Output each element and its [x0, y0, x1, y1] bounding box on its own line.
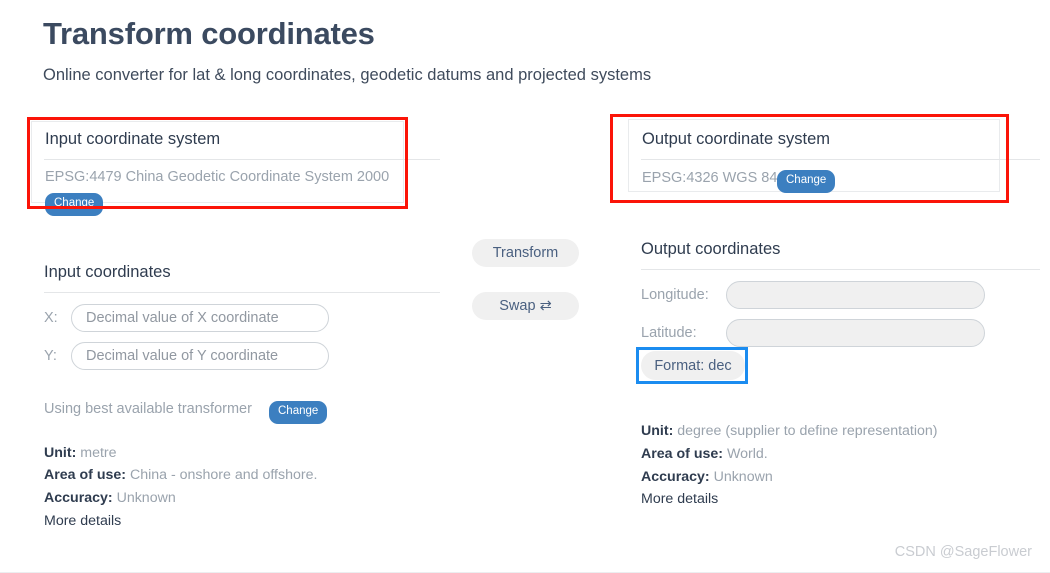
- output-coordinates-heading: Output coordinates: [641, 240, 781, 258]
- transformer-change-button[interactable]: Change: [269, 401, 328, 424]
- page-subtitle: Online converter for lat & long coordina…: [43, 66, 652, 84]
- input-system-divider: [44, 159, 440, 160]
- input-unit-line: Unit: metre: [44, 445, 117, 461]
- input-area-value: China - onshore and offshore.: [129, 467, 318, 483]
- format-toggle-button[interactable]: Format: dec: [641, 351, 745, 380]
- output-unit-label: Unit:: [641, 423, 674, 439]
- output-accuracy-label: Accuracy:: [641, 469, 710, 485]
- swap-button[interactable]: Swap ⇄: [472, 292, 579, 320]
- input-coordinates-divider: [44, 292, 440, 293]
- input-accuracy-label: Accuracy:: [44, 490, 113, 506]
- x-coordinate-label: X:: [44, 310, 58, 326]
- output-system-divider: [641, 159, 1040, 160]
- transform-button[interactable]: Transform: [472, 239, 579, 267]
- y-coordinate-input[interactable]: [71, 342, 329, 370]
- latitude-output-field[interactable]: [726, 319, 985, 347]
- input-accuracy-line: Accuracy: Unknown: [44, 490, 176, 506]
- output-epsg-label: EPSG:4326 WGS 84: [642, 170, 778, 186]
- output-accuracy-value: Unknown: [713, 469, 773, 485]
- output-accuracy-line: Accuracy: Unknown: [641, 469, 773, 485]
- input-unit-value: metre: [80, 445, 117, 461]
- input-area-line: Area of use: China - onshore and offshor…: [44, 467, 317, 483]
- output-more-details-link[interactable]: More details: [641, 491, 718, 507]
- output-unit-line: Unit: degree (supplier to define represe…: [641, 423, 938, 439]
- input-system-change-button[interactable]: Change: [45, 193, 104, 216]
- transformer-note: Using best available transformer: [44, 401, 252, 417]
- input-epsg-label: EPSG:4479 China Geodetic Coordinate Syst…: [45, 169, 390, 185]
- longitude-label: Longitude:: [641, 287, 709, 303]
- latitude-label: Latitude:: [641, 325, 697, 341]
- output-area-line: Area of use: World.: [641, 446, 768, 462]
- output-area-value: World.: [726, 446, 768, 462]
- output-coordinates-divider: [641, 269, 1040, 270]
- watermark: CSDN @SageFlower: [894, 544, 1032, 560]
- input-unit-label: Unit:: [44, 445, 77, 461]
- input-coordinates-heading: Input coordinates: [44, 263, 171, 281]
- x-coordinate-input[interactable]: [71, 304, 329, 332]
- output-unit-value: degree (supplier to define representatio…: [677, 423, 938, 439]
- page-title: Transform coordinates: [43, 16, 375, 51]
- input-coordinate-system-heading: Input coordinate system: [45, 130, 221, 148]
- y-coordinate-label: Y:: [44, 348, 57, 364]
- input-area-label: Area of use:: [44, 467, 126, 483]
- input-accuracy-value: Unknown: [116, 490, 176, 506]
- longitude-output-field[interactable]: [726, 281, 985, 309]
- input-more-details-link[interactable]: More details: [44, 513, 121, 529]
- output-system-change-button[interactable]: Change: [777, 170, 836, 193]
- output-area-label: Area of use:: [641, 446, 723, 462]
- output-coordinate-system-heading: Output coordinate system: [642, 130, 831, 148]
